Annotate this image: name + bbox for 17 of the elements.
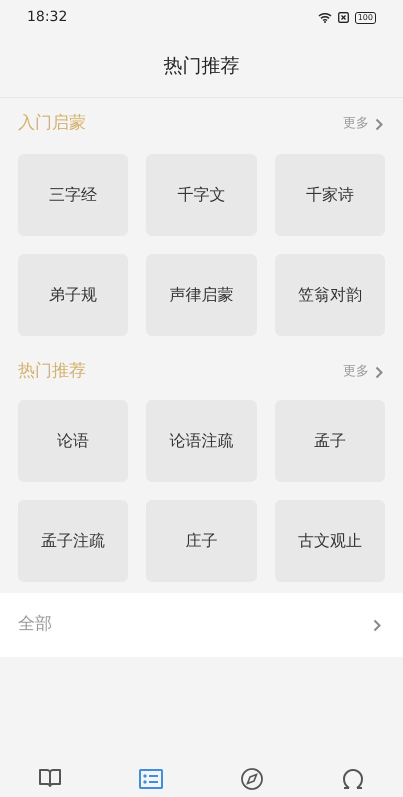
- book-tile[interactable]: 古文观止: [274, 500, 385, 582]
- battery-indicator: 100: [354, 12, 376, 24]
- book-tile[interactable]: 孟子: [274, 400, 385, 482]
- book-tile[interactable]: 声律启蒙: [146, 254, 257, 336]
- book-tile[interactable]: 弟子规: [18, 254, 128, 336]
- book-tile[interactable]: 千家诗: [274, 154, 385, 236]
- book-tile[interactable]: 笠翁对韵: [274, 254, 385, 336]
- book-tile[interactable]: 三字经: [18, 154, 128, 236]
- book-tile[interactable]: 论语注疏: [146, 400, 257, 482]
- book-tile[interactable]: 庄子: [146, 500, 257, 582]
- book-tile[interactable]: 千字文: [146, 154, 257, 236]
- page-title: 热门推荐: [164, 54, 240, 79]
- status-time: 18:32: [27, 8, 68, 27]
- section-title: 热门推荐: [18, 360, 86, 384]
- book-tile[interactable]: 论语: [18, 400, 128, 482]
- section-title: 入门启蒙: [18, 112, 86, 136]
- book-tile[interactable]: 孟子注疏: [18, 500, 128, 582]
